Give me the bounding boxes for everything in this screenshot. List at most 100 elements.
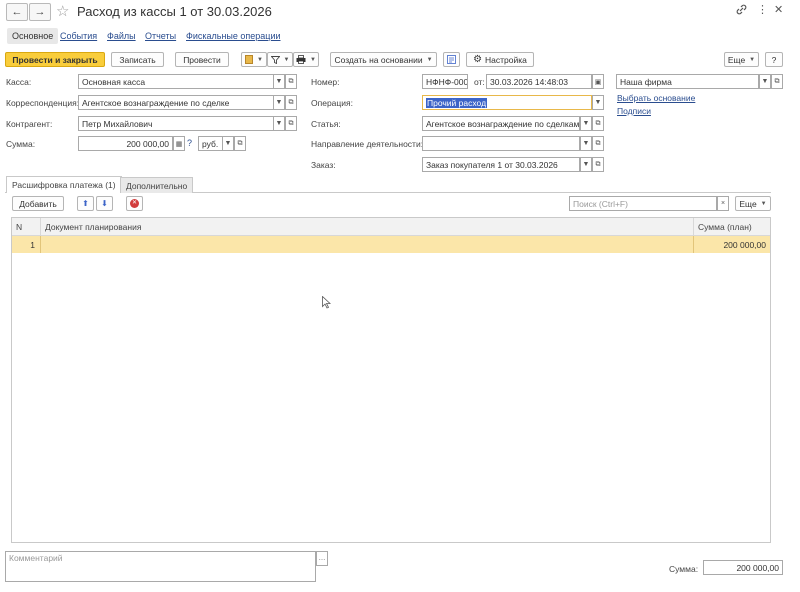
chevron-down-icon: ▼ bbox=[582, 140, 590, 147]
section-reports[interactable]: Отчеты bbox=[140, 28, 181, 44]
delete-icon: ✕ bbox=[130, 199, 139, 208]
table-header: N Документ планирования Сумма (план) bbox=[12, 218, 770, 236]
row-number-cell[interactable]: 1 bbox=[12, 236, 40, 253]
section-files[interactable]: Файлы bbox=[102, 28, 141, 44]
operation-label: Операция: bbox=[311, 98, 353, 108]
corr-dropdown[interactable]: ▼ bbox=[273, 95, 285, 110]
save-button[interactable]: Записать bbox=[111, 52, 164, 67]
more-options-icon[interactable]: ⋮ bbox=[757, 3, 768, 16]
table-row[interactable]: 1 200 000,00 bbox=[12, 236, 770, 253]
arrow-down-icon: ⬇ bbox=[101, 199, 108, 208]
currency-open[interactable]: ⧉ bbox=[234, 136, 246, 151]
direction-field[interactable] bbox=[422, 136, 580, 151]
contractor-label: Контрагент: bbox=[6, 119, 53, 129]
chevron-down-icon: ▼ bbox=[582, 120, 590, 127]
close-icon[interactable]: ✕ bbox=[774, 3, 783, 16]
organization-open[interactable]: ⧉ bbox=[771, 74, 783, 89]
create-based-on-button[interactable]: Создать на основании ▼ bbox=[330, 52, 437, 67]
move-up-button[interactable]: ⬆ bbox=[77, 196, 94, 211]
search-input[interactable]: Поиск (Ctrl+F) bbox=[569, 196, 717, 211]
article-dropdown[interactable]: ▼ bbox=[580, 116, 592, 131]
add-row-button[interactable]: Добавить bbox=[12, 196, 64, 211]
table-more-button[interactable]: Еще ▼ bbox=[735, 196, 771, 211]
open-icon: ⧉ bbox=[595, 139, 601, 147]
column-header-n[interactable]: N bbox=[16, 222, 22, 232]
direction-open[interactable]: ⧉ bbox=[592, 136, 604, 151]
kassa-open[interactable]: ⧉ bbox=[285, 74, 297, 89]
tab-additional[interactable]: Дополнительно bbox=[120, 177, 194, 193]
print-dropdown-button[interactable]: ▼ bbox=[293, 52, 319, 67]
filter-dropdown-button[interactable]: ▼ bbox=[267, 52, 293, 67]
contractor-dropdown[interactable]: ▼ bbox=[273, 116, 285, 131]
more-button[interactable]: Еще ▼ bbox=[724, 52, 759, 67]
article-field[interactable]: Агентское вознаграждение по сделкам bbox=[422, 116, 580, 131]
cell-divider bbox=[693, 236, 694, 253]
forward-button[interactable]: → bbox=[29, 3, 51, 21]
cell-divider bbox=[40, 236, 41, 253]
move-down-button[interactable]: ⬇ bbox=[96, 196, 113, 211]
article-open[interactable]: ⧉ bbox=[592, 116, 604, 131]
calculator-icon: ▦ bbox=[175, 140, 183, 148]
arrow-left-icon: ← bbox=[11, 6, 23, 18]
order-field[interactable]: Заказ покупателя 1 от 30.03.2026 bbox=[422, 157, 580, 172]
kassa-label: Касса: bbox=[6, 77, 32, 87]
corr-field[interactable]: Агентское вознаграждение по сделке bbox=[78, 95, 285, 110]
date-field[interactable]: 30.03.2026 14:48:03 bbox=[486, 74, 592, 89]
tab-breakdown[interactable]: Расшифровка платежа (1) bbox=[6, 176, 122, 193]
organization-field[interactable]: Наша фирма bbox=[616, 74, 759, 89]
open-icon: ⧉ bbox=[237, 139, 243, 147]
post-button[interactable]: Провести bbox=[175, 52, 229, 67]
direction-label: Направление деятельности: bbox=[311, 139, 424, 149]
signatures-link[interactable]: Подписи bbox=[617, 106, 651, 116]
choose-basis-link[interactable]: Выбрать основание bbox=[617, 93, 695, 103]
window-title: Расход из кассы 1 от 30.03.2026 bbox=[77, 4, 272, 19]
calendar-button[interactable]: ▣ bbox=[592, 74, 604, 89]
number-field[interactable]: НФНФ-000 bbox=[422, 74, 468, 89]
breakdown-table[interactable]: N Документ планирования Сумма (план) 1 2… bbox=[11, 217, 771, 543]
link-icon[interactable] bbox=[736, 4, 747, 18]
order-dropdown[interactable]: ▼ bbox=[580, 157, 592, 172]
chevron-down-icon: ▼ bbox=[594, 99, 602, 106]
documents-dropdown-button[interactable]: ▼ bbox=[241, 52, 267, 67]
ellipsis-icon: … bbox=[318, 555, 326, 562]
open-icon: ⧉ bbox=[288, 119, 294, 127]
more-label: Еще bbox=[727, 54, 746, 65]
filter-icon bbox=[270, 55, 280, 64]
contractor-open[interactable]: ⧉ bbox=[285, 116, 297, 131]
sum-label: Сумма: bbox=[6, 139, 36, 149]
section-events[interactable]: События bbox=[55, 28, 102, 44]
favorite-star-icon[interactable]: ☆ bbox=[56, 2, 69, 20]
search-clear-button[interactable]: × bbox=[717, 196, 729, 211]
section-fiscal[interactable]: Фискальные операции bbox=[181, 28, 286, 44]
direction-dropdown[interactable]: ▼ bbox=[580, 136, 592, 151]
sum-field[interactable]: 200 000,00 bbox=[78, 136, 173, 151]
comment-expand-button[interactable]: … bbox=[316, 551, 328, 566]
footer-sum-field: 200 000,00 bbox=[703, 560, 783, 575]
kassa-field[interactable]: Основная касса bbox=[78, 74, 285, 89]
structure-button[interactable] bbox=[443, 52, 460, 67]
open-icon: ⧉ bbox=[288, 77, 294, 85]
operation-dropdown[interactable]: ▼ bbox=[592, 95, 604, 110]
date-from-label: от: bbox=[474, 77, 485, 87]
chain-icon bbox=[736, 4, 747, 15]
calculator-button[interactable]: ▦ bbox=[173, 136, 185, 151]
column-header-document[interactable]: Документ планирования bbox=[45, 222, 141, 232]
corr-open[interactable]: ⧉ bbox=[285, 95, 297, 110]
sum-plan-cell[interactable]: 200 000,00 bbox=[723, 240, 766, 250]
organization-dropdown[interactable]: ▼ bbox=[759, 74, 771, 89]
back-button[interactable]: ← bbox=[6, 3, 28, 21]
contractor-field[interactable]: Петр Михайлович bbox=[78, 116, 285, 131]
column-header-sum[interactable]: Сумма (план) bbox=[698, 222, 752, 232]
open-icon: ⧉ bbox=[288, 98, 294, 106]
order-open[interactable]: ⧉ bbox=[592, 157, 604, 172]
post-and-close-button[interactable]: Провести и закрыть bbox=[5, 52, 105, 67]
currency-dropdown[interactable]: ▼ bbox=[222, 136, 234, 151]
kassa-dropdown[interactable]: ▼ bbox=[273, 74, 285, 89]
settings-button[interactable]: ⚙ Настройка bbox=[466, 52, 534, 67]
comment-field[interactable]: Комментарий bbox=[5, 551, 316, 582]
section-main[interactable]: Основное bbox=[7, 28, 59, 44]
delete-row-button[interactable]: ✕ bbox=[126, 196, 143, 211]
help-question[interactable]: ? bbox=[187, 138, 192, 148]
help-button[interactable]: ? bbox=[765, 52, 783, 67]
operation-field[interactable]: Прочий расход bbox=[422, 95, 592, 110]
